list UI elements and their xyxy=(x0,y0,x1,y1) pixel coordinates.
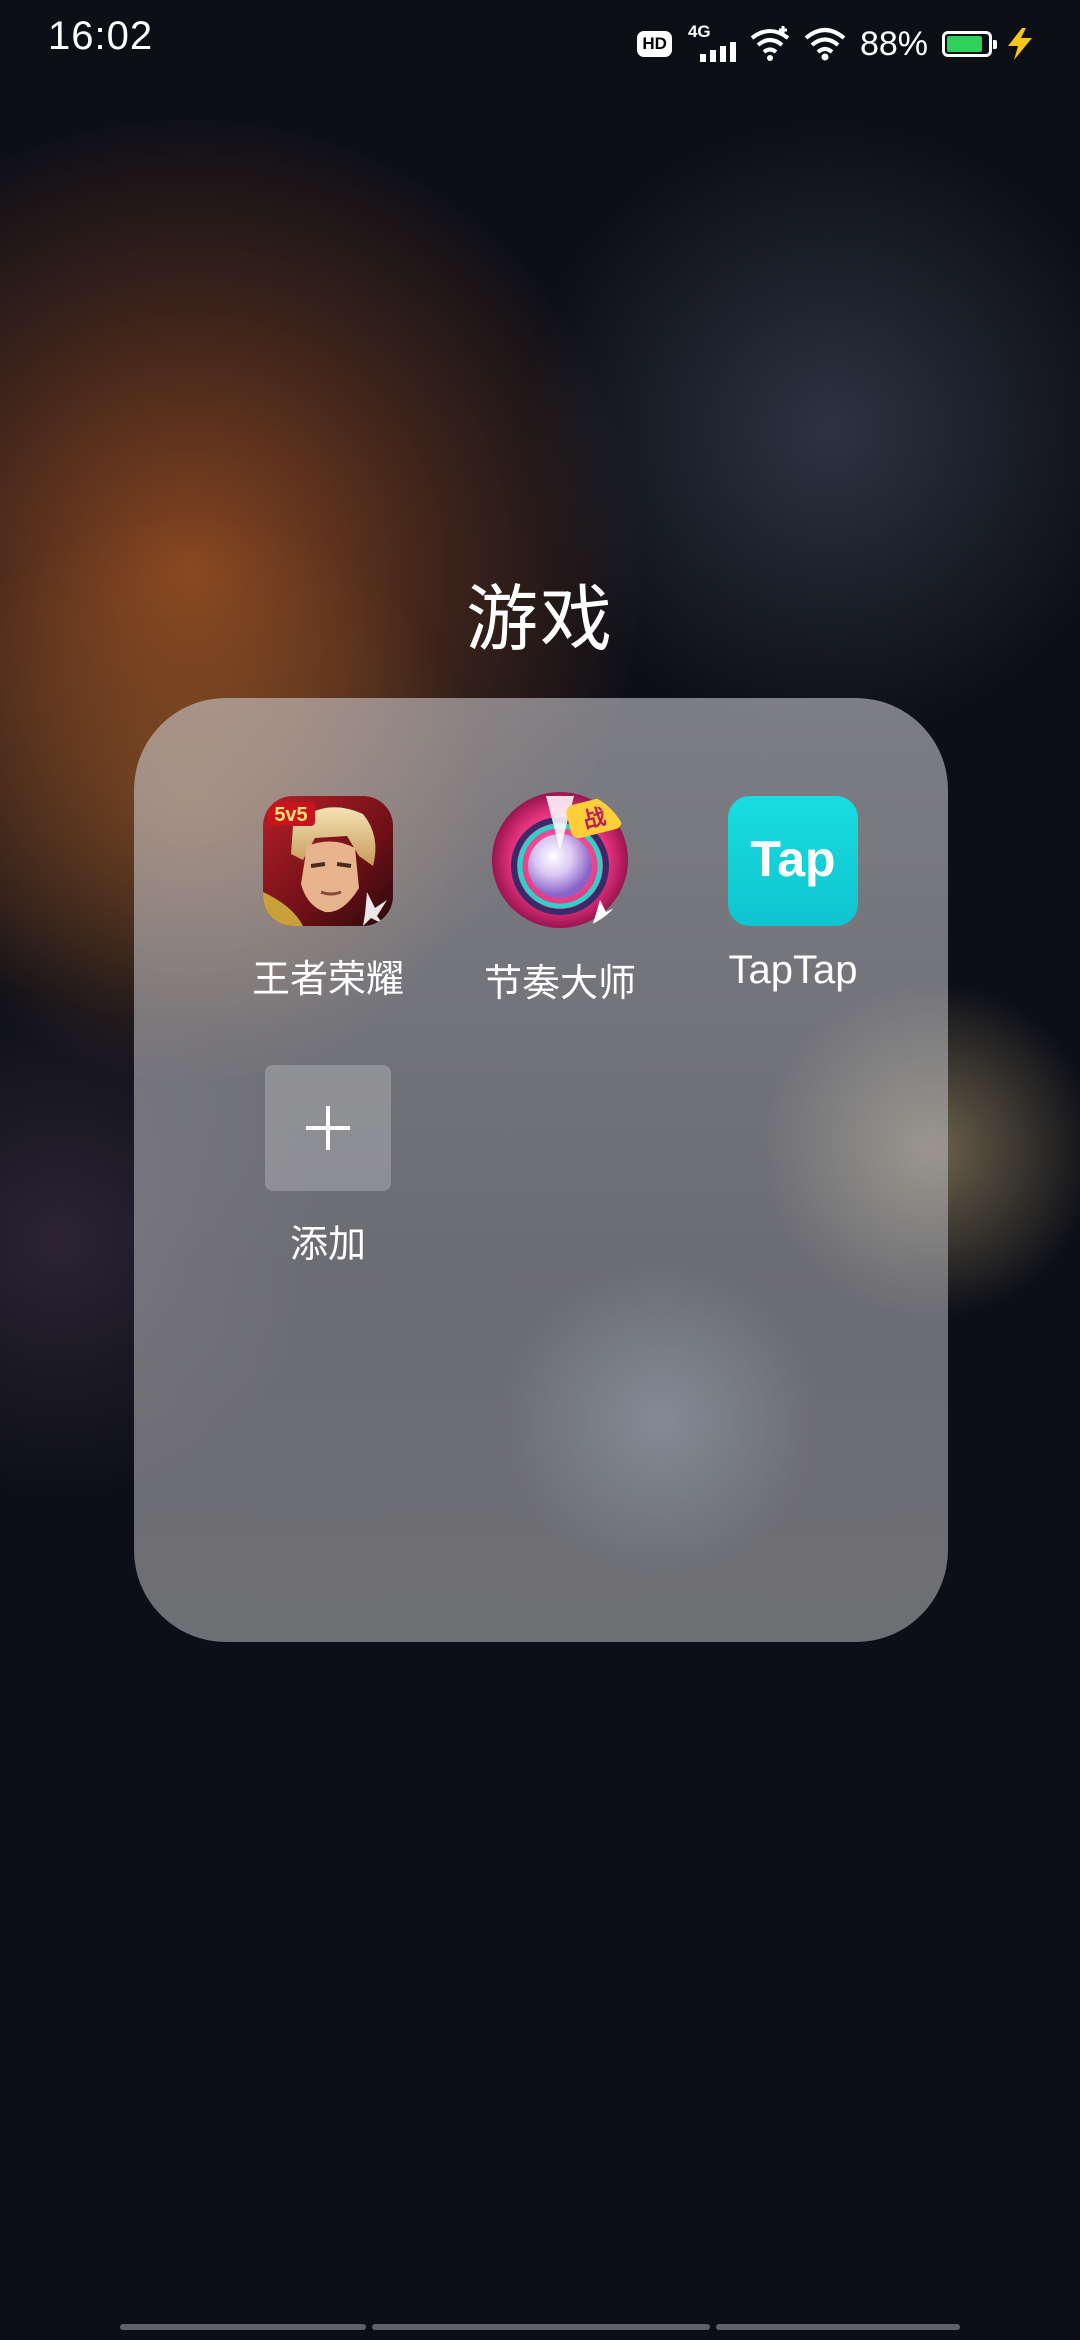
battery-fill xyxy=(947,36,982,52)
wifi-calling-icon xyxy=(750,26,790,61)
nav-segment-right xyxy=(716,2324,960,2330)
home-screen: 16:02 HD 4G 88% 游戏 5v5 王者荣耀 战 节奏大师 Tap T… xyxy=(0,0,1080,2340)
plus-icon xyxy=(306,1106,350,1150)
rhythm-master-icon[interactable]: 战 xyxy=(490,790,630,930)
taptap-icon[interactable]: Tap xyxy=(728,796,858,926)
cellular-signal-icon: 4G xyxy=(686,22,736,64)
status-bar: 16:02 HD 4G 88% xyxy=(0,0,1080,84)
add-label: 添加 xyxy=(289,1222,366,1266)
app-label: 节奏大师 xyxy=(483,961,636,1005)
status-icons: HD 4G 88% xyxy=(637,22,1034,66)
app-label: 王者荣耀 xyxy=(251,957,404,1001)
folder-panel: 5v5 王者荣耀 战 节奏大师 Tap TapTap 添加 xyxy=(134,698,948,1642)
battery-icon xyxy=(942,31,997,57)
wifi-icon xyxy=(804,28,846,61)
app-rhythm-master[interactable]: 战 节奏大师 xyxy=(450,792,670,1007)
folder-title[interactable]: 游戏 xyxy=(0,560,1080,665)
svg-text:Tap: Tap xyxy=(750,831,835,887)
honor-of-kings-icon[interactable]: 5v5 xyxy=(263,796,393,926)
status-time: 16:02 xyxy=(48,14,154,58)
app-taptap[interactable]: Tap TapTap xyxy=(683,796,903,993)
charging-bolt-icon xyxy=(1008,28,1032,60)
network-type-label: 4G xyxy=(687,22,711,41)
app-label: TapTap xyxy=(728,948,858,992)
hd-icon: HD xyxy=(637,31,672,57)
add-app-button[interactable]: 添加 xyxy=(218,1065,438,1268)
battery-percent: 88% xyxy=(859,24,928,63)
nav-segment-left xyxy=(120,2324,366,2330)
nav-segment-center xyxy=(372,2324,710,2330)
svg-text:5v5: 5v5 xyxy=(274,804,307,826)
add-tile[interactable] xyxy=(265,1065,391,1191)
app-honor-of-kings[interactable]: 5v5 王者荣耀 xyxy=(218,796,438,1003)
